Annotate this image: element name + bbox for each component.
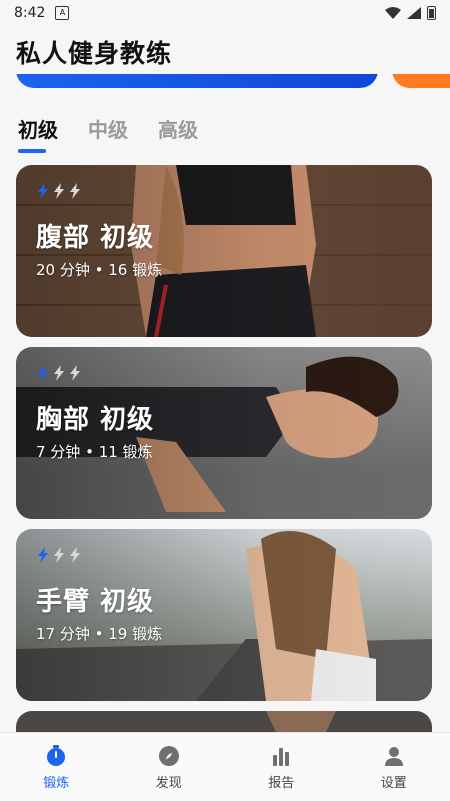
card-subtitle: 17 分钟 • 19 锻炼 bbox=[36, 625, 163, 643]
banner-blue[interactable] bbox=[16, 74, 378, 90]
card-subtitle: 7 分钟 • 11 锻炼 bbox=[36, 443, 153, 461]
card-subtitle: 20 分钟 • 16 锻炼 bbox=[36, 261, 163, 279]
difficulty-indicator bbox=[36, 365, 82, 381]
level-tabs: 初级 中级 高级 bbox=[18, 114, 198, 153]
timer-icon bbox=[47, 744, 66, 766]
bottom-nav: 锻炼 发现 报告 设置 bbox=[0, 732, 450, 801]
next-photo bbox=[16, 711, 432, 732]
person-icon bbox=[384, 746, 403, 766]
card-title: 胸部 初级 bbox=[36, 405, 155, 435]
bolt-icon bbox=[38, 547, 48, 563]
tab-beginner[interactable]: 初级 bbox=[18, 114, 58, 153]
bolt-icon bbox=[70, 547, 80, 563]
difficulty-indicator bbox=[36, 547, 82, 563]
wifi-icon bbox=[385, 7, 401, 19]
card-title: 手臂 初级 bbox=[36, 587, 155, 617]
workout-card-next[interactable] bbox=[16, 711, 432, 732]
banner-orange[interactable] bbox=[392, 74, 450, 90]
nav-report[interactable]: 报告 bbox=[241, 744, 321, 791]
status-bar: 8:42 A bbox=[0, 0, 450, 26]
nav-label: 锻炼 bbox=[43, 775, 70, 791]
tab-advanced[interactable]: 高级 bbox=[158, 114, 198, 153]
bar-chart-icon bbox=[273, 747, 290, 766]
difficulty-indicator bbox=[36, 183, 82, 199]
tab-intermediate[interactable]: 中级 bbox=[88, 114, 128, 153]
nav-workout[interactable]: 锻炼 bbox=[16, 744, 96, 791]
nav-label: 报告 bbox=[268, 775, 295, 791]
signal-icon bbox=[407, 7, 421, 19]
compass-icon bbox=[158, 745, 179, 766]
bolt-icon bbox=[54, 183, 64, 199]
nav-label: 设置 bbox=[380, 775, 407, 791]
app-title: 私人健身教练 bbox=[16, 39, 173, 68]
card-title: 腹部 初级 bbox=[36, 223, 155, 253]
bolt-icon bbox=[70, 183, 80, 199]
bolt-icon bbox=[54, 547, 64, 563]
workout-card-chest[interactable]: 胸部 初级 7 分钟 • 11 锻炼 bbox=[16, 347, 432, 519]
nav-settings[interactable]: 设置 bbox=[354, 744, 434, 791]
nav-label: 发现 bbox=[155, 775, 182, 791]
status-time: 8:42 bbox=[14, 5, 46, 21]
bolt-icon bbox=[54, 365, 64, 381]
workout-card-abs[interactable]: 腹部 初级 20 分钟 • 16 锻炼 bbox=[16, 165, 432, 337]
workout-card-arms[interactable]: 手臂 初级 17 分钟 • 19 锻炼 bbox=[16, 529, 432, 701]
bolt-icon bbox=[38, 183, 48, 199]
bolt-icon bbox=[70, 365, 80, 381]
bolt-icon bbox=[38, 365, 48, 381]
battery-icon bbox=[427, 6, 436, 20]
notification-icon: A bbox=[55, 6, 70, 20]
nav-discover[interactable]: 发现 bbox=[129, 744, 209, 791]
